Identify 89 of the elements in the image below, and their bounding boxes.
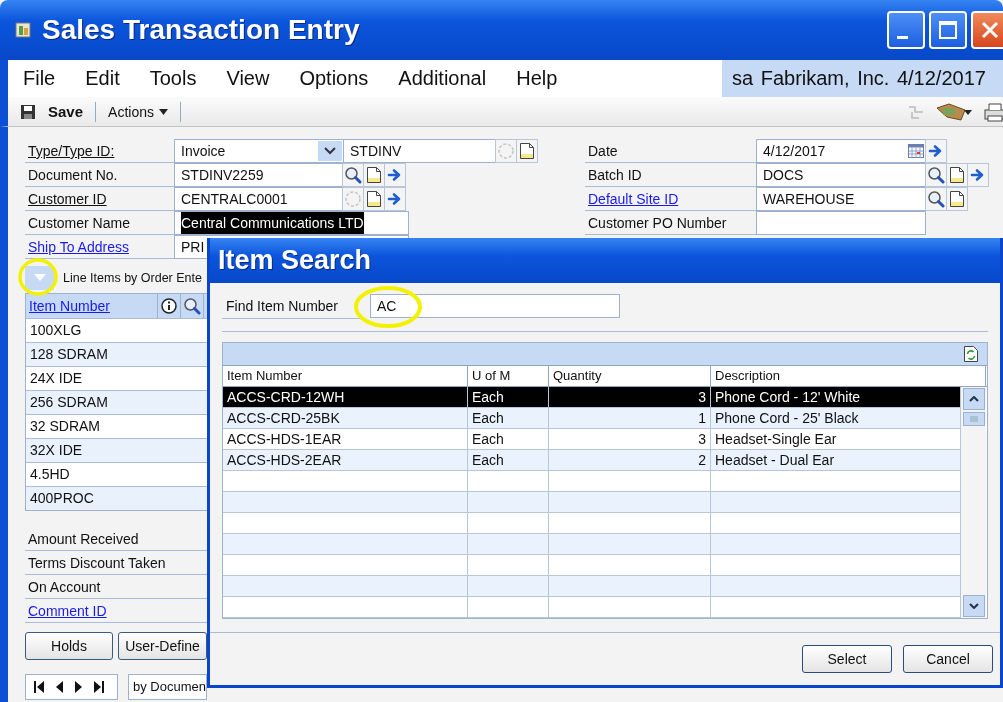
session-info: sa Fabrikam, Inc. 4/12/2017	[722, 60, 1003, 97]
table-row[interactable]: ACCS-CRD-25BK Each 1 Phone Cord - 25' Black	[223, 408, 961, 429]
column-header[interactable]: U of M	[468, 366, 549, 386]
menu-item[interactable]: Additional	[383, 60, 502, 97]
scroll-thumb[interactable]	[962, 412, 985, 426]
note-icon[interactable]	[519, 142, 535, 160]
menu-item[interactable]: Options	[284, 60, 384, 97]
table-row[interactable]: ACCS-HDS-2EAR Each 2 Headset - Dual Ear	[223, 450, 961, 471]
app-icon	[14, 20, 34, 40]
search-icon[interactable]	[927, 190, 945, 208]
table-cell: 1	[549, 408, 711, 428]
search-icon[interactable]	[344, 166, 362, 184]
floppy-icon	[20, 103, 36, 120]
column-header[interactable]: Item Number	[223, 366, 468, 386]
column-header[interactable]: Quantity	[549, 366, 711, 386]
highlight-mark	[18, 258, 58, 296]
first-button[interactable]	[34, 681, 44, 693]
caret-icon	[158, 108, 168, 115]
table-cell: ACCS-CRD-12WH	[223, 387, 468, 407]
date-field[interactable]: 4/12/2017	[756, 139, 926, 163]
chevron-down-icon	[968, 603, 979, 609]
table-cell: 2	[549, 450, 711, 470]
menu-item[interactable]: Tools	[134, 60, 212, 97]
sort-field[interactable]: by Documen	[128, 674, 207, 700]
note-icon[interactable]	[949, 166, 965, 184]
search-field[interactable]: AC	[370, 294, 620, 318]
note-icon[interactable]	[366, 190, 382, 208]
text-field[interactable]: CENTRALC0001	[174, 187, 343, 211]
table-cell: Each	[468, 387, 549, 407]
note-icon[interactable]	[366, 166, 382, 184]
info-icon[interactable]	[161, 298, 177, 314]
table-cell: ACCS-HDS-1EAR	[223, 429, 468, 449]
note-icon[interactable]	[949, 190, 965, 208]
refresh-icon[interactable]	[963, 345, 979, 363]
text-field[interactable]: DOCS	[756, 163, 926, 187]
section-title: Line Items by Order Ente	[63, 271, 202, 285]
column-header[interactable]: Description	[711, 366, 986, 386]
minimize-icon	[897, 36, 908, 39]
menu-item[interactable]: Help	[501, 60, 573, 97]
text-field[interactable]: Central Communications LTD	[174, 211, 409, 235]
close-button[interactable]	[971, 11, 1003, 49]
grip-icon	[968, 416, 979, 422]
table-row[interactable]: ACCS-HDS-1EAR Each 3 Headset-Single Ear	[223, 429, 961, 450]
minimize-button[interactable]	[887, 11, 925, 49]
scroll-up-button[interactable]	[962, 388, 985, 410]
field-label: Find Item Number	[222, 293, 362, 319]
menu-item[interactable]: File	[8, 60, 71, 97]
search-icon[interactable]	[183, 297, 201, 315]
maximize-button[interactable]	[929, 11, 967, 49]
cancel-button[interactable]: Cancel	[903, 645, 993, 673]
calendar-icon[interactable]	[908, 144, 924, 158]
arrow-icon[interactable]	[387, 191, 403, 207]
arrow-icon[interactable]	[387, 167, 403, 183]
window-title: Sales Transaction Entry	[42, 14, 360, 46]
arrow-icon[interactable]	[970, 167, 986, 183]
maximize-icon	[937, 19, 959, 41]
search-icon[interactable]	[927, 166, 945, 184]
close-icon	[979, 19, 1001, 41]
text-field[interactable]: WAREHOUSE	[756, 187, 926, 211]
holds-button[interactable]: Holds	[25, 632, 113, 660]
table-cell: Each	[468, 450, 549, 470]
dropdown-field[interactable]: Invoice	[174, 139, 344, 163]
highlight-mark	[352, 284, 424, 330]
table-cell: ACCS-CRD-25BK	[223, 408, 468, 428]
printer-icon[interactable]	[983, 101, 1003, 122]
last-button[interactable]	[94, 681, 104, 693]
menu-item[interactable]: View	[211, 60, 285, 97]
table-cell: 3	[549, 387, 711, 407]
select-button[interactable]: Select	[802, 645, 892, 673]
chevron-icon[interactable]	[318, 141, 342, 161]
actions-button[interactable]: Actions	[108, 103, 168, 120]
table-cell: ACCS-HDS-2EAR	[223, 450, 468, 470]
chevron-up-icon	[968, 396, 979, 402]
previous-button[interactable]	[56, 681, 63, 693]
save-button[interactable]: Save	[20, 103, 84, 120]
table-row[interactable]: ACCS-CRD-12WH Each 3 Phone Cord - 12' White	[223, 387, 961, 408]
next-button[interactable]	[75, 681, 82, 693]
text-field[interactable]: STDINV	[343, 139, 496, 163]
arrow-icon[interactable]	[928, 143, 944, 159]
dialog-title: Item Search	[218, 245, 372, 276]
menu-item[interactable]: Edit	[70, 60, 135, 97]
text-field[interactable]: STDINV2259	[174, 163, 343, 187]
scroll-down-button[interactable]	[962, 595, 985, 617]
table-cell: Each	[468, 429, 549, 449]
text-field[interactable]	[756, 211, 926, 235]
triangle-icon	[33, 274, 46, 282]
table-cell: Each	[468, 408, 549, 428]
user-defined-button[interactable]: User-Define	[118, 632, 207, 660]
table-cell: 3	[549, 429, 711, 449]
